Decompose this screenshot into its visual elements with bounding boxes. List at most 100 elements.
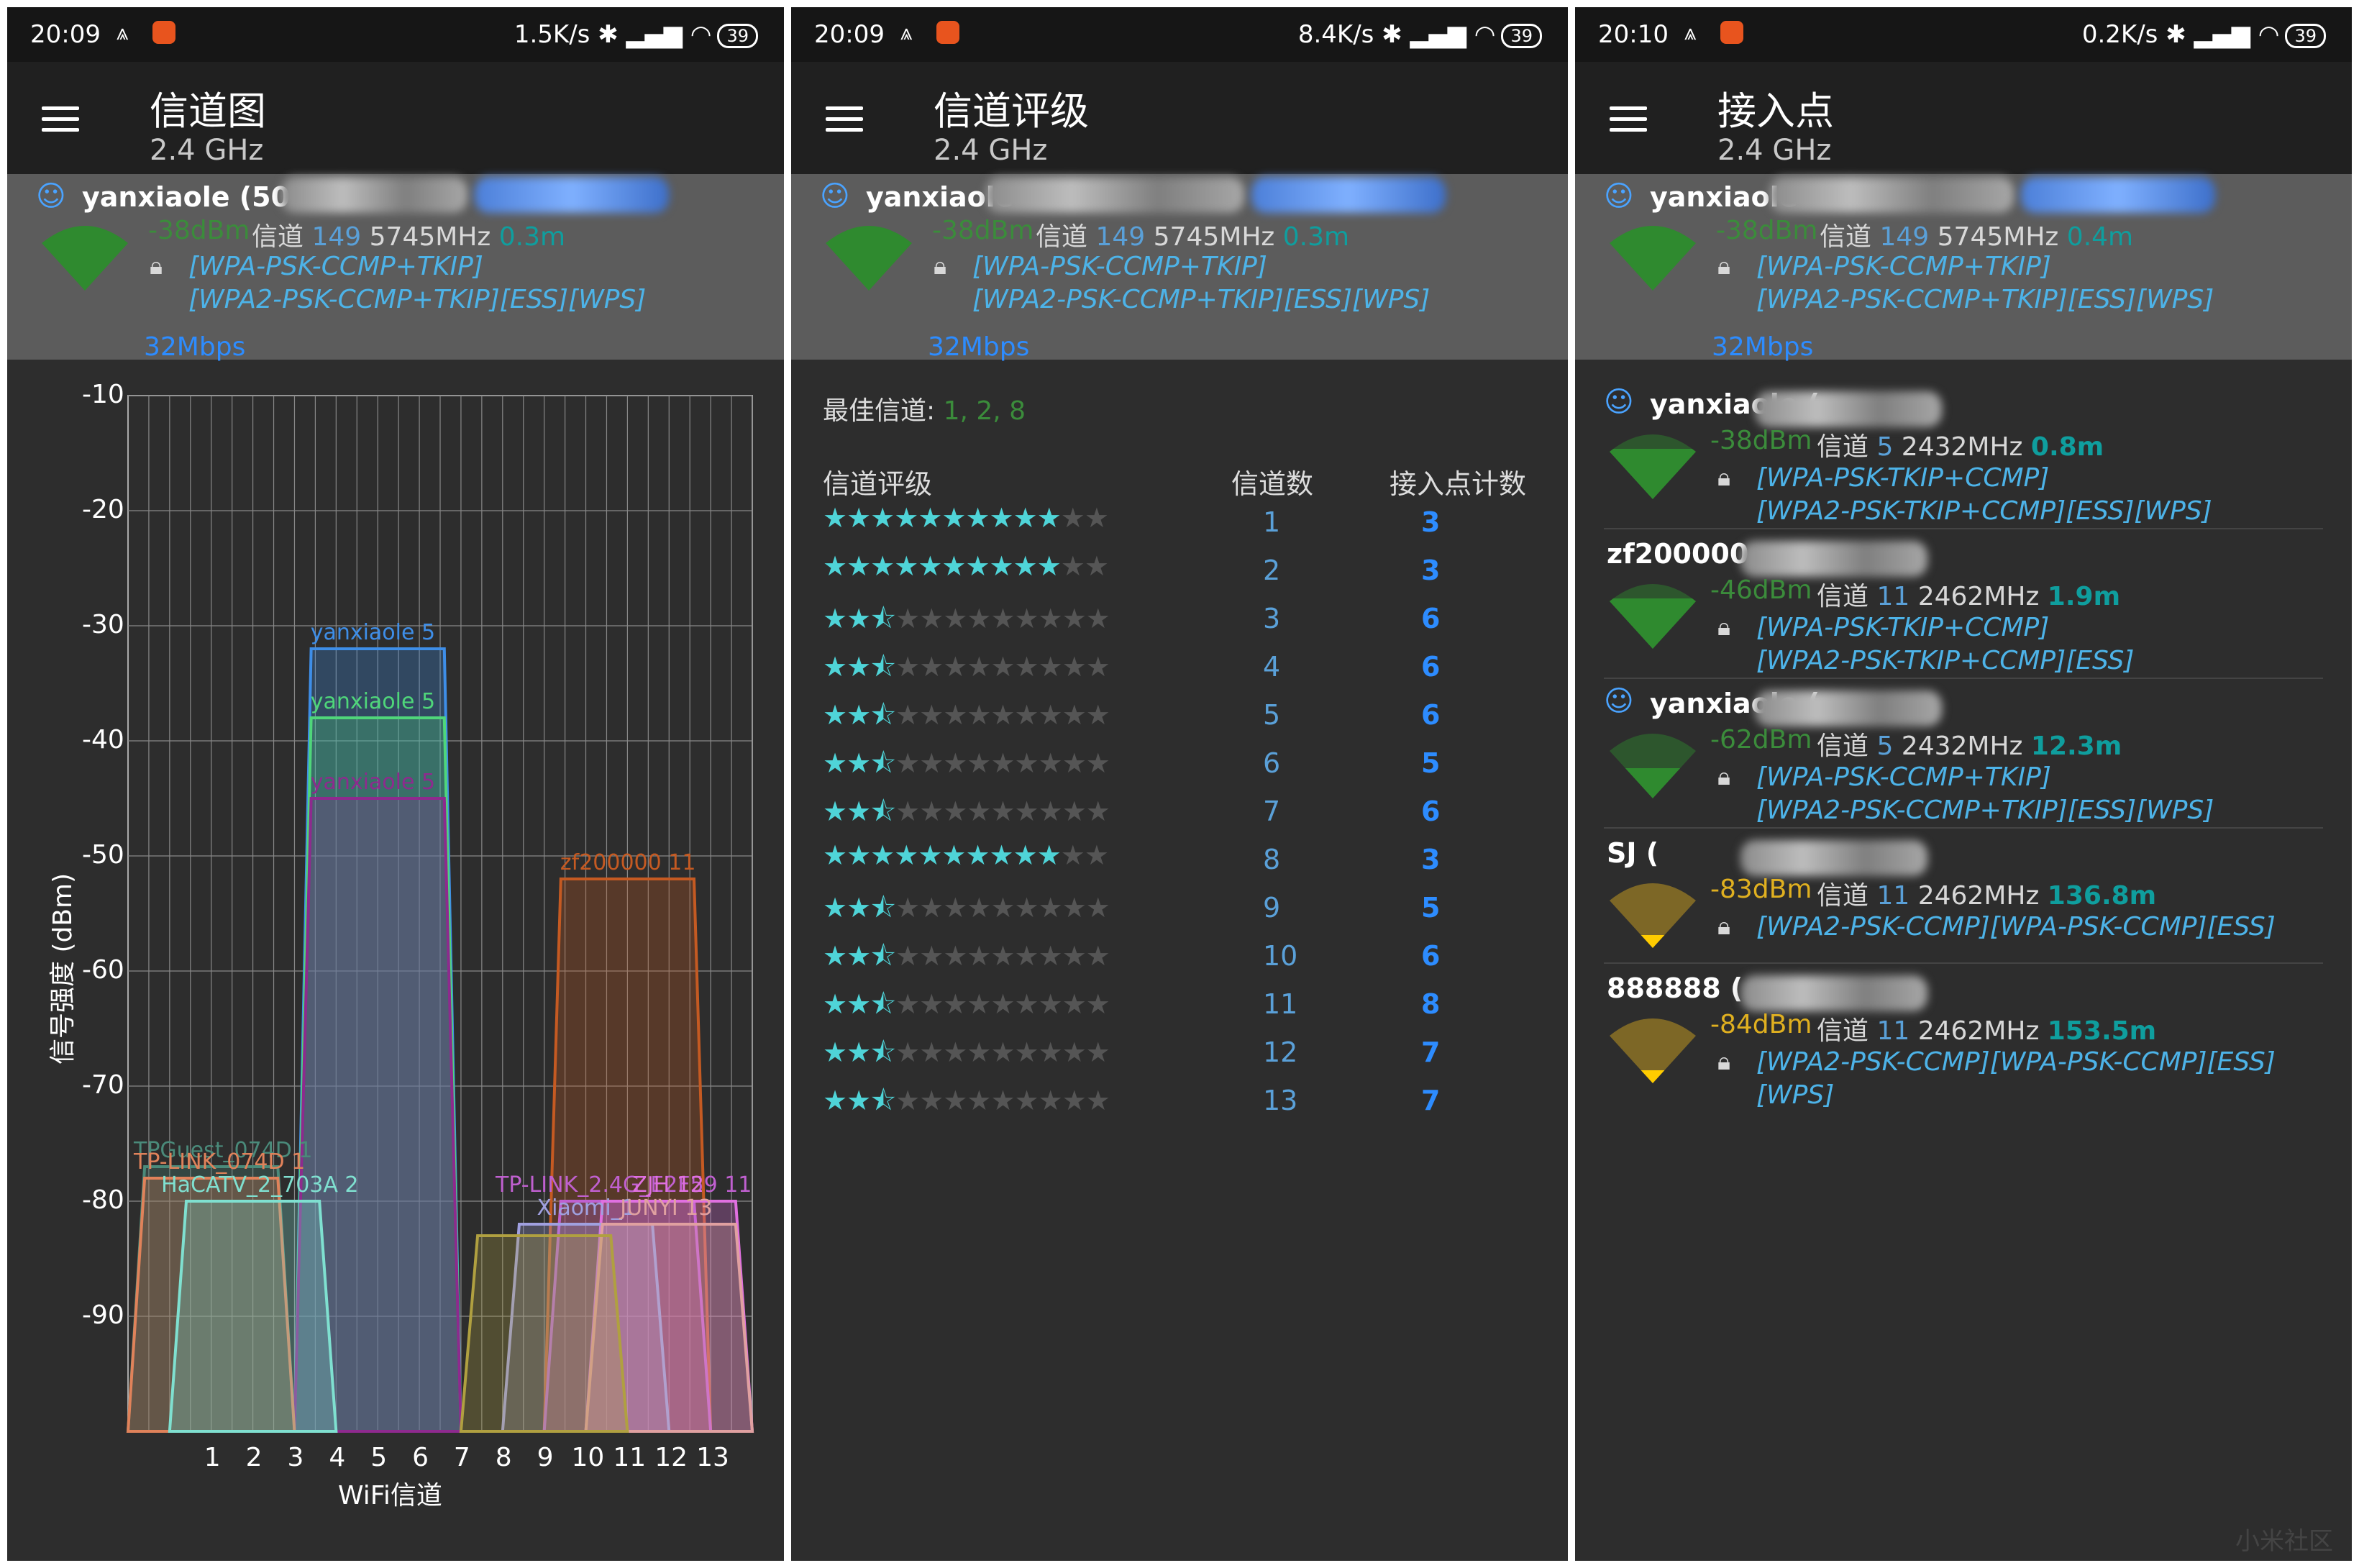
y-tick-label: -10 — [82, 380, 124, 409]
access-point-item[interactable]: ☺ yanxiaole (-38dBm 信道 5 2432MHz 0.8m 🔒︎ [WP… — [1575, 386, 2352, 532]
channel-column-header: 信道数 — [1231, 468, 1314, 500]
access-point-item[interactable]: zf200000 -46dBm 信道 11 2462MHz 1.9m 🔒︎ [WPA-P… — [1575, 538, 2352, 682]
menu-icon[interactable] — [826, 106, 863, 139]
app-notification-icon — [936, 21, 959, 44]
app-bar: 信道评级 2.4 GHz — [791, 62, 1568, 174]
signal-icon: ▂▄▆ — [626, 20, 683, 49]
star-rating: ★★⯪★★★★★★★★★ — [823, 796, 1110, 827]
wifi-signal-icon — [1610, 226, 1696, 291]
series-label: JUNYI 13 — [620, 1195, 713, 1221]
rating-ap-count: 6 — [1421, 651, 1441, 683]
star-rating: ★★★★★★★★★★★★ — [823, 839, 1109, 871]
rating-ap-count: 7 — [1421, 1036, 1441, 1068]
ap-count-column-header: 接入点计数 — [1390, 468, 1527, 500]
connected-details: 信道 149 5745MHz 0.3m — [1036, 222, 1350, 252]
star-rating: ★★⯪★★★★★★★★★ — [823, 940, 1110, 972]
bluetooth-icon: ✱ — [2166, 20, 2186, 49]
battery-icon: 39 — [1501, 23, 1542, 48]
series-label: TP-LINK_2.4G_E2F59 11 — [496, 1172, 752, 1198]
rating-channel: 9 — [1263, 892, 1281, 924]
rating-row: ★★★★★★★★★★★★ 2 3 — [823, 550, 1549, 593]
rating-channel: 10 — [1263, 940, 1298, 972]
wifi-signal-icon — [1610, 434, 1696, 499]
ap-rsl: -83dBm — [1710, 875, 1812, 904]
rating-ap-count: 5 — [1421, 747, 1441, 779]
redacted-mac — [1755, 690, 1942, 726]
ap-security-2: [WPA2-PSK-TKIP+CCMP][ESS] — [1756, 646, 2135, 675]
connected-ap-card[interactable]: ☺ yanxiaole -38dBm 信道 149 5745MHz 0.4m 🔒… — [1575, 174, 2352, 362]
wifi-signal-icon — [1610, 1018, 1696, 1083]
signal-icon: ▂▄▆ — [1410, 20, 1466, 49]
rating-ap-count: 3 — [1421, 555, 1441, 586]
series-label: yanxiaole 5 — [310, 620, 436, 645]
page-title: 信道图 — [150, 88, 266, 134]
access-points-panel: 20:10 ⩓ 0.2K/s ✱ ▂▄▆ ◠ 39 接入点 2.4 GHz ☺ y… — [1575, 7, 2352, 1561]
status-time: 20:09 — [814, 20, 885, 49]
rating-channel: 3 — [1263, 603, 1281, 634]
star-rating: ★★⯪★★★★★★★★★ — [823, 651, 1110, 683]
wifi-status-icon: ◠ — [2258, 20, 2280, 49]
menu-icon[interactable] — [1610, 106, 1647, 139]
y-tick-label: -70 — [82, 1070, 124, 1100]
x-tick-label: 10 — [571, 1443, 605, 1472]
redacted-mac — [1740, 975, 1927, 1011]
band-subtitle[interactable]: 2.4 GHz — [1717, 134, 1831, 167]
connected-icon: ☺ — [820, 180, 850, 213]
security-line-1: [WPA-PSK-CCMP+TKIP] — [1756, 252, 2051, 281]
rating-ap-count: 3 — [1421, 844, 1441, 875]
band-subtitle[interactable]: 2.4 GHz — [150, 134, 263, 167]
access-point-item[interactable]: 888888 (-84dBm 信道 11 2462MHz 153.5m 🔒︎ [WPA… — [1575, 972, 2352, 1116]
series-label: HaCATV_2_703A 2 — [161, 1172, 359, 1198]
app-bar: 接入点 2.4 GHz — [1575, 62, 2352, 174]
lock-icon: 🔒︎ — [1717, 613, 1731, 642]
connected-icon: ☺ — [1604, 180, 1634, 213]
x-tick-label: 11 — [613, 1443, 647, 1472]
signal-icon: ▂▄▆ — [2194, 20, 2250, 49]
connected-ap-card[interactable]: ☺ yanxiaole (50 -38dBm 信道 149 5745MHz 0.… — [7, 174, 784, 362]
redacted-vendor — [1251, 177, 1446, 213]
ap-name: SJ ( — [1607, 837, 1659, 869]
series-label: TP-LINK_074D 1 — [134, 1149, 306, 1175]
network-speed: 0.2K/s — [2081, 20, 2158, 49]
wifi-signal-icon — [42, 226, 128, 291]
security-line-2: [WPA2-PSK-CCMP+TKIP][ESS][WPS] — [188, 285, 647, 314]
star-rating: ★★⯪★★★★★★★★★ — [823, 699, 1110, 731]
band-subtitle[interactable]: 2.4 GHz — [934, 134, 1047, 167]
series-label: yanxiaole 5 — [310, 770, 436, 795]
access-point-item[interactable]: SJ (-83dBm 信道 11 2462MHz 136.8m 🔒︎ [WPA2-PS… — [1575, 837, 2352, 981]
star-rating: ★★★★★★★★★★★★ — [823, 550, 1109, 582]
rating-channel: 6 — [1263, 747, 1281, 779]
battery-icon: 39 — [2285, 23, 2326, 48]
network-speed: 1.5K/s — [514, 20, 590, 49]
ap-details: 信道 11 2462MHz 136.8m — [1817, 881, 2157, 911]
rating-channel: 5 — [1263, 699, 1281, 731]
link-speed: 32Mbps — [144, 332, 246, 362]
series-label: ZJH 12 — [632, 1172, 704, 1198]
rating-channel: 4 — [1263, 651, 1281, 683]
y-tick-label: -20 — [82, 495, 124, 524]
connected-ap-card[interactable]: ☺ yanxiaole -38dBm 信道 149 5745MHz 0.3m 🔒… — [791, 174, 1568, 362]
ap-rsl: -46dBm — [1710, 575, 1812, 605]
rating-row: ★★⯪★★★★★★★★★ 11 8 — [823, 984, 1549, 1027]
rating-channel: 2 — [1263, 555, 1281, 586]
lock-icon: 🔒︎ — [1717, 762, 1731, 791]
wifi-signal-icon — [826, 226, 912, 291]
menu-icon[interactable] — [42, 106, 79, 139]
ap-details: 信道 11 2462MHz 1.9m — [1817, 582, 2121, 611]
y-tick-label: -90 — [82, 1300, 124, 1330]
x-tick-label: 9 — [537, 1443, 554, 1472]
x-tick-label: 5 — [370, 1443, 388, 1472]
rating-channel: 13 — [1263, 1085, 1298, 1116]
ap-details: 信道 5 2432MHz 0.8m — [1817, 432, 2104, 462]
x-tick-label: 1 — [204, 1443, 221, 1472]
link-speed: 32Mbps — [1712, 332, 1814, 362]
access-point-item[interactable]: ☺ yanxiaole (-62dBm 信道 5 2432MHz 12.3m 🔒︎ [W… — [1575, 685, 2352, 831]
status-right: 8.4K/s ✱ ▂▄▆ ◠ 39 — [1298, 20, 1542, 49]
security-line-1: [WPA-PSK-CCMP+TKIP] — [972, 252, 1267, 281]
ap-rsl: -62dBm — [1710, 725, 1812, 755]
divider — [1604, 528, 2323, 529]
connected-ssid: yanxiaole (50 — [82, 181, 291, 213]
best-channels: 最佳信道: 1, 2, 8 — [823, 396, 1026, 426]
rating-ap-count: 6 — [1421, 940, 1441, 972]
app-bar: 信道图 2.4 GHz — [7, 62, 784, 174]
